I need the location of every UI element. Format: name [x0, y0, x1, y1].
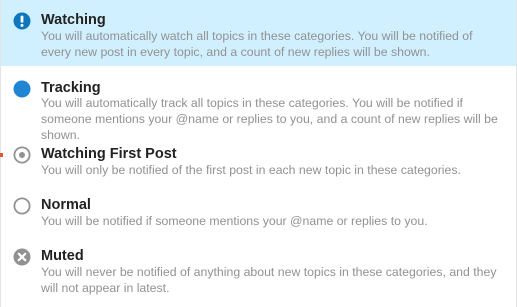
menu-item-watching-first-post[interactable]: Watching First Post You will only be not… — [0, 136, 516, 188]
menu-item-description: You will only be notified of the first p… — [41, 163, 461, 177]
times-circle-icon — [13, 248, 31, 266]
menu-item-description: You will be notified if someone mentions… — [41, 214, 428, 228]
menu-item-title: Normal — [41, 197, 91, 213]
dot-circle-icon — [13, 146, 31, 164]
menu-item-description: You will automatically watch all topics … — [41, 29, 473, 59]
edge-marker — [0, 153, 3, 157]
exclamation-circle-icon — [13, 12, 31, 30]
filled-circle-icon — [13, 80, 31, 98]
menu-item-tracking[interactable]: Tracking You will automatically track al… — [1, 66, 516, 142]
menu-item-title: Watching — [41, 12, 106, 28]
menu-item-normal[interactable]: Normal You will be notified if someone m… — [1, 188, 516, 240]
menu-item-title: Watching First Post — [41, 146, 177, 162]
empty-circle-icon — [13, 197, 31, 215]
menu-item-watching[interactable]: Watching You will automatically watch al… — [1, 0, 516, 66]
notification-level-menu: Watching You will automatically watch al… — [0, 0, 517, 307]
menu-item-title: Muted — [41, 248, 84, 264]
menu-item-muted[interactable]: Muted You will never be notified of anyt… — [1, 240, 516, 307]
menu-item-description: You will never be notified of anything a… — [41, 265, 497, 295]
